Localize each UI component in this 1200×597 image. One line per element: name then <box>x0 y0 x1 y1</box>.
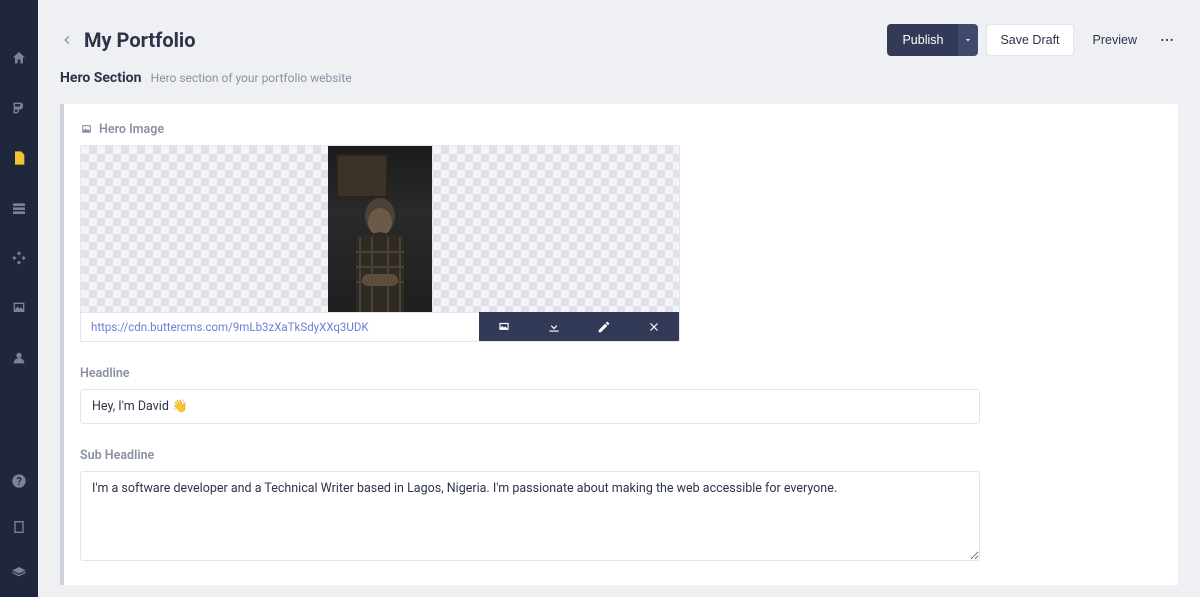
hero-image-url[interactable]: https://cdn.buttercms.com/9mLb3zXaTkSdyX… <box>81 312 479 341</box>
headline-label: Headline <box>80 366 1162 381</box>
topbar: My Portfolio Publish Save Draft Preview <box>38 0 1200 70</box>
back-button[interactable] <box>60 33 74 47</box>
remove-image-button[interactable] <box>629 312 679 341</box>
sub-headline-label: Sub Headline <box>80 448 1162 463</box>
sidebar-layers[interactable] <box>0 559 38 587</box>
hero-section-panel: Hero Image <box>60 104 1178 585</box>
sidebar-media[interactable] <box>0 294 38 322</box>
page-title: My Portfolio <box>84 28 196 52</box>
sidebar-help[interactable] <box>0 467 38 495</box>
hero-image-actions <box>479 312 679 341</box>
hero-image-thumbnail <box>328 146 432 312</box>
image-icon <box>80 123 93 136</box>
sidebar-blog[interactable] <box>0 94 38 122</box>
sidebar-docs[interactable] <box>0 513 38 541</box>
hero-image-label: Hero Image <box>80 122 1162 137</box>
download-image-button[interactable] <box>529 312 579 341</box>
headline-input[interactable] <box>80 389 980 424</box>
replace-image-button[interactable] <box>479 312 529 341</box>
image-checkerboard <box>81 146 679 312</box>
sidebar-home[interactable] <box>0 44 38 72</box>
more-menu[interactable] <box>1156 29 1178 51</box>
publish-dropdown-caret[interactable] <box>958 24 978 56</box>
sidebar <box>0 0 38 597</box>
edit-image-button[interactable] <box>579 312 629 341</box>
publish-button[interactable]: Publish <box>887 24 958 56</box>
section-header: Hero Section Hero section of your portfo… <box>38 70 1200 104</box>
section-title: Hero Section <box>60 70 141 86</box>
hero-image-preview: https://cdn.buttercms.com/9mLb3zXaTkSdyX… <box>80 145 680 342</box>
section-description: Hero section of your portfolio website <box>151 71 352 85</box>
sidebar-users[interactable] <box>0 344 38 372</box>
sidebar-pages[interactable] <box>0 144 38 172</box>
sidebar-collections[interactable] <box>0 194 38 222</box>
preview-button[interactable]: Preview <box>1082 24 1148 56</box>
save-draft-button[interactable]: Save Draft <box>986 24 1073 56</box>
sidebar-components[interactable] <box>0 244 38 272</box>
sub-headline-input[interactable] <box>80 471 980 561</box>
